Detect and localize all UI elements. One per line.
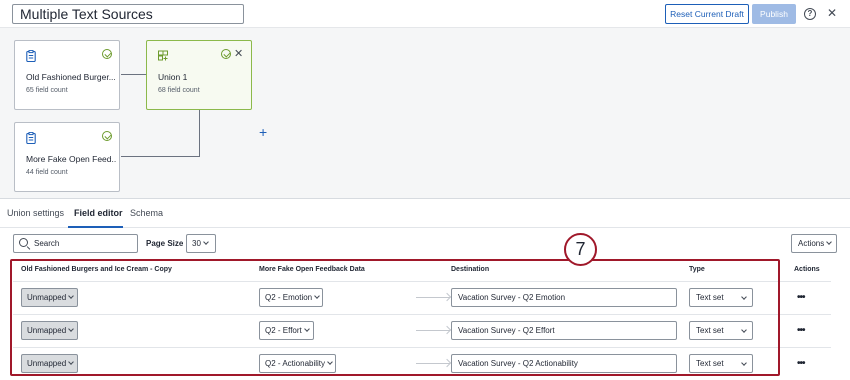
more-actions-icon[interactable]: ••• bbox=[797, 325, 805, 336]
source-node-2[interactable]: More Fake Open Feed... 44 field count bbox=[14, 122, 120, 192]
tab-schema[interactable]: Schema bbox=[130, 208, 163, 218]
dataset-canvas: Old Fashioned Burger... 65 field count ✕… bbox=[0, 28, 850, 198]
publish-button[interactable]: Publish bbox=[752, 4, 796, 24]
help-icon[interactable]: ? bbox=[804, 8, 816, 20]
check-icon bbox=[102, 49, 112, 59]
connector-line bbox=[199, 110, 200, 157]
page-size-value: 30 bbox=[192, 239, 201, 248]
actions-dropdown[interactable]: Actions bbox=[791, 234, 837, 253]
annotation-step-badge: 7 bbox=[564, 233, 597, 266]
project-title-input[interactable]: Multiple Text Sources bbox=[12, 4, 244, 24]
connector-line bbox=[121, 156, 200, 157]
node-name: Old Fashioned Burger... bbox=[26, 72, 116, 82]
reset-draft-button[interactable]: Reset Current Draft bbox=[665, 4, 749, 24]
node-field-count: 68 field count bbox=[158, 87, 200, 94]
close-icon[interactable]: ✕ bbox=[827, 6, 837, 20]
node-name: Union 1 bbox=[158, 72, 188, 82]
survey-icon bbox=[26, 132, 36, 144]
search-icon bbox=[19, 238, 28, 247]
remove-node-icon[interactable]: ✕ bbox=[234, 47, 243, 60]
active-tab-indicator bbox=[68, 226, 123, 228]
tab-bar: Union settings Field editor Schema bbox=[0, 198, 850, 228]
tab-field-editor[interactable]: Field editor bbox=[74, 208, 123, 218]
survey-icon bbox=[26, 50, 36, 62]
node-name: More Fake Open Feed... bbox=[26, 154, 116, 164]
page-size-select[interactable]: 30 bbox=[186, 234, 216, 253]
chevron-down-icon bbox=[203, 239, 209, 245]
search-input[interactable]: Search bbox=[13, 234, 138, 253]
union-node[interactable]: ✕ Union 1 68 field count bbox=[146, 40, 252, 110]
add-node-icon[interactable]: + bbox=[259, 125, 267, 139]
source-node-1[interactable]: Old Fashioned Burger... 65 field count bbox=[14, 40, 120, 110]
page-size-label: Page Size bbox=[146, 239, 184, 248]
node-field-count: 44 field count bbox=[26, 169, 68, 176]
tab-union-settings[interactable]: Union settings bbox=[7, 208, 64, 218]
chevron-down-icon bbox=[826, 239, 833, 245]
union-icon bbox=[158, 50, 168, 61]
more-actions-icon[interactable]: ••• bbox=[797, 292, 805, 303]
check-icon bbox=[102, 131, 112, 141]
column-header-actions: Actions bbox=[794, 266, 820, 273]
annotation-highlight-box bbox=[10, 259, 780, 376]
header-bar: Multiple Text Sources Reset Current Draf… bbox=[0, 0, 850, 28]
check-icon bbox=[221, 49, 231, 59]
node-field-count: 65 field count bbox=[26, 87, 68, 94]
more-actions-icon[interactable]: ••• bbox=[797, 358, 805, 369]
search-placeholder: Search bbox=[34, 239, 60, 248]
actions-label: Actions bbox=[798, 239, 825, 248]
connector-line bbox=[121, 74, 146, 75]
